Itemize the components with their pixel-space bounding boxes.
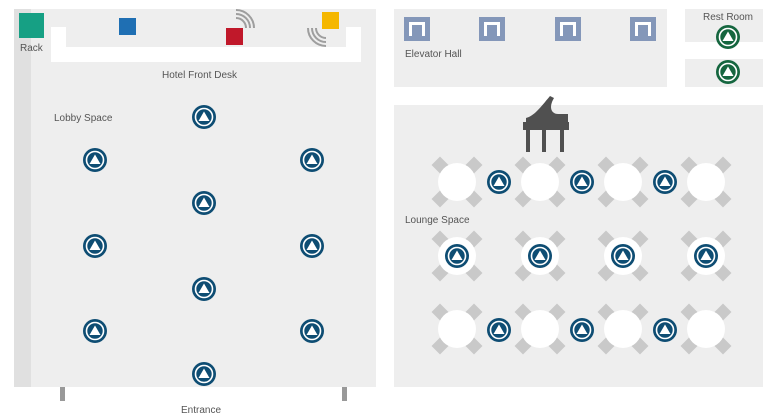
entrance-label: Entrance (181, 405, 222, 416)
entrance-door-left (60, 387, 65, 401)
lounge-table (597, 303, 649, 355)
table-top (521, 310, 559, 348)
access-point-icon (528, 244, 552, 268)
elevator-icon (630, 17, 656, 41)
lobby-label: Lobby Space (54, 113, 113, 124)
table-top (687, 163, 725, 201)
access-point-icon (83, 234, 107, 258)
access-point-icon (487, 318, 511, 342)
access-point-icon (83, 148, 107, 172)
access-point-icon (445, 244, 469, 268)
access-point-icon (192, 105, 216, 129)
table-top (438, 310, 476, 348)
access-point-icon (694, 244, 718, 268)
table-top (604, 163, 642, 201)
lounge-table (680, 303, 732, 355)
floor-plan (14, 9, 763, 401)
entrance-door-right (342, 387, 347, 401)
rack-icon (19, 13, 44, 38)
access-point-icon (83, 319, 107, 343)
lounge-table (431, 156, 483, 208)
table-top (438, 163, 476, 201)
lounge-table (680, 156, 732, 208)
elevator-icon (555, 17, 581, 41)
access-point-icon (570, 170, 594, 194)
access-point-icon (611, 244, 635, 268)
device-red-square (226, 28, 243, 45)
front-desk-label: Hotel Front Desk (162, 70, 238, 81)
elevator-hall-label: Elevator Hall (405, 49, 462, 60)
access-point-icon (192, 277, 216, 301)
lounge-table (431, 303, 483, 355)
access-point-icon (716, 60, 740, 84)
elevator-icon (479, 17, 505, 41)
access-point-icon (570, 318, 594, 342)
table-top (521, 163, 559, 201)
lobby-wall (14, 9, 31, 387)
access-point-icon (716, 25, 740, 49)
access-point-icon (300, 319, 324, 343)
access-point-icon (300, 234, 324, 258)
access-point-icon (192, 191, 216, 215)
elevator-hall-room (394, 9, 667, 87)
access-point-icon (487, 170, 511, 194)
lounge-table (514, 156, 566, 208)
table-top (687, 310, 725, 348)
table-top (604, 310, 642, 348)
access-point-icon (653, 170, 677, 194)
access-point-icon (300, 148, 324, 172)
lounge-table (514, 303, 566, 355)
lounge-table (597, 156, 649, 208)
access-point-icon (653, 318, 677, 342)
device-yellow-square (322, 12, 339, 29)
access-point-icon (192, 362, 216, 386)
grand-piano-icon (523, 96, 569, 152)
elevator-icon (404, 17, 430, 41)
device-blue-square (119, 18, 136, 35)
rack-label: Rack (20, 43, 43, 54)
lounge-label: Lounge Space (405, 215, 470, 226)
rest-room-label: Rest Room (703, 12, 754, 23)
